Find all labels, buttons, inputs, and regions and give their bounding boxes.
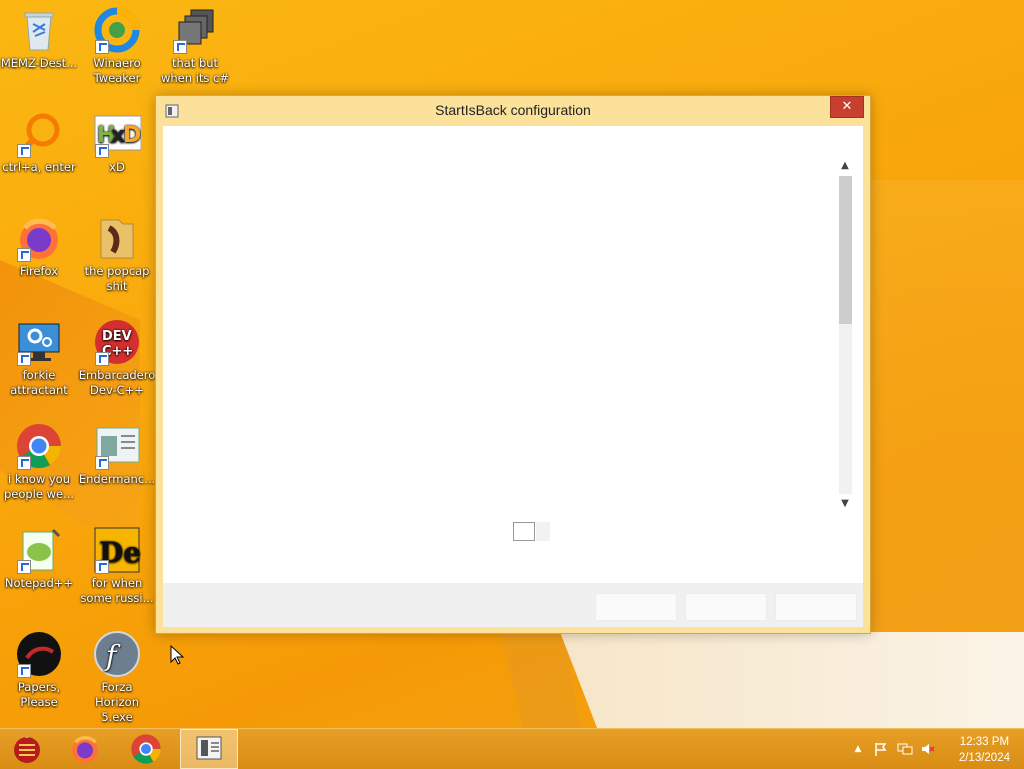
desktop-icon-ctrl-a[interactable]: ctrl+a, enter [0,110,78,175]
start-orb-button[interactable] [0,729,58,769]
desktop-icon-firefox[interactable]: Firefox [0,214,78,279]
chevron-up-icon[interactable]: ▲ [837,158,853,174]
desktop-icon-forkie[interactable]: forkie attractant [0,318,78,398]
checkbox[interactable] [513,522,535,541]
window-client-area: ▲ ▼ [163,126,863,627]
start-orb-icon [14,734,40,763]
desktop-icon-xd[interactable]: HxD xD [78,110,156,175]
taskbar: ▲ 12:33 PM 2/13/2024 [0,728,1024,769]
taskbar-startisback[interactable] [180,729,238,769]
chevron-down-icon[interactable]: ▼ [837,496,853,512]
desktop-icon-enderman[interactable]: Endermanc... [78,422,156,487]
stacked-windows-icon [171,6,219,54]
de-icon: De [93,526,141,574]
svg-text:DEV: DEV [102,329,132,344]
winaero-icon [93,6,141,54]
mouse-cursor-icon [170,645,184,665]
devcpp-icon: DEV C++ [93,318,141,366]
vertical-scrollbar[interactable]: ▲ ▼ [837,158,853,512]
desktop-icon-stacked[interactable]: that but when its c# [156,6,234,86]
options-list[interactable] [163,126,835,516]
desktop-icon-papers-please[interactable]: Papers, Please [0,630,78,710]
ok-button[interactable] [595,593,677,621]
clock-time: 12:33 PM [959,736,1010,748]
checkbox-label [536,522,550,541]
close-button[interactable]: ✕ [830,96,864,118]
desktop-icon-chrome[interactable]: i know you people we... [0,422,78,502]
startisback-icon [196,736,222,760]
hxd-icon: HxD [93,110,142,158]
action-center-flag-icon[interactable] [873,741,889,757]
network-icon[interactable] [897,741,913,757]
desktop-icon-winaero[interactable]: Winaero Tweaker [78,6,156,86]
clock-date: 2/13/2024 [958,752,1010,764]
desktop-icon-notepadpp[interactable]: Notepad++ [0,526,78,591]
svg-text:D: D [123,123,141,148]
app-window-icon [93,422,141,470]
startisback-config-window[interactable]: StartIsBack configuration ✕ ▲ ▼ [155,95,871,634]
recycle-bin-icon [15,6,63,54]
scrollbar-thumb[interactable] [839,176,852,324]
desktop-icon-devcpp[interactable]: DEV C++ Embarcadero Dev-C++ [78,318,156,398]
flash-icon: f [93,630,141,678]
title-bar[interactable]: StartIsBack configuration ✕ [156,96,870,125]
taskbar-firefox[interactable] [58,729,116,769]
chrome-icon [131,734,161,764]
taskbar-chrome[interactable] [118,729,176,769]
taskbar-clock[interactable]: 12:33 PM 2/13/2024 [959,734,1010,766]
tray-chevron-up-icon[interactable]: ▲ [850,741,866,757]
desktop-icon-memz[interactable]: MEMZ-Dest... [0,6,78,71]
desktop-icon-de[interactable]: De for when some russi... [78,526,156,606]
dialog-footer [163,583,863,627]
desktop-icon-forza[interactable]: f Forza Horizon 5.exe [78,630,156,725]
magnifier-orange-icon [15,110,63,158]
firefox-icon [72,736,98,763]
desktop-icon-popcap[interactable]: the popcap shit [78,214,156,294]
window-title: StartIsBack configuration [435,102,591,118]
notepadpp-icon [15,526,63,574]
firefox-icon [15,214,63,262]
cancel-button[interactable] [685,593,767,621]
chrome-icon [15,422,63,470]
apply-button[interactable] [775,593,857,621]
papers-please-icon [15,630,63,678]
monitor-gear-icon [15,318,63,366]
volume-muted-icon[interactable] [920,741,936,757]
folder-icon [93,214,141,262]
